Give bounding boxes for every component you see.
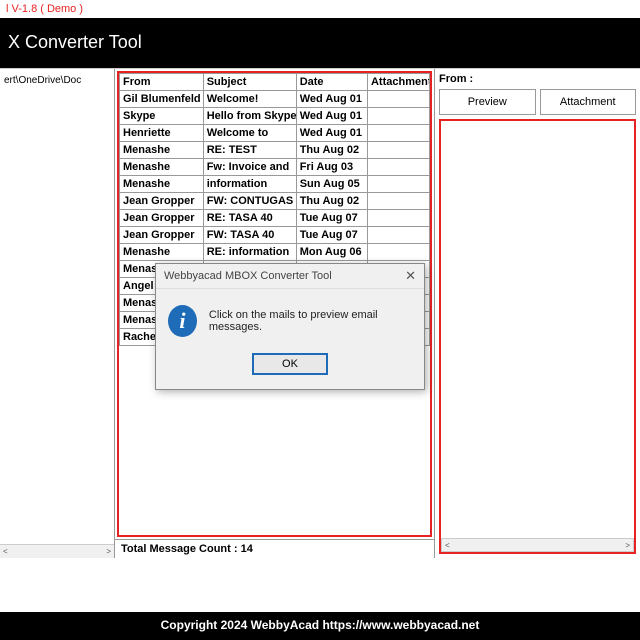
cell-from: Skype	[120, 108, 204, 125]
cell-from: Jean Gropper	[120, 227, 204, 244]
folder-tree[interactable]: ert\OneDrive\Doc <>	[0, 69, 115, 558]
preview-tabs: Preview Attachment	[439, 89, 636, 115]
dialog-message: Click on the mails to preview email mess…	[209, 309, 412, 333]
cell-subject: FW: TASA 40	[203, 227, 296, 244]
table-row[interactable]: MenasheRE: informationMon Aug 06	[120, 244, 430, 261]
cell-date: Tue Aug 07	[296, 210, 367, 227]
cell-from: Jean Gropper	[120, 193, 204, 210]
cell-date: Wed Aug 01	[296, 108, 367, 125]
table-row[interactable]: SkypeHello from SkypeWed Aug 01	[120, 108, 430, 125]
cell-date: Wed Aug 01	[296, 91, 367, 108]
cell-from: Henriette	[120, 125, 204, 142]
cell-date: Thu Aug 02	[296, 142, 367, 159]
col-from[interactable]: From	[120, 74, 204, 91]
preview-panel: From : Preview Attachment <>	[435, 69, 640, 558]
cell-subject: Hello from Skype	[203, 108, 296, 125]
cell-date: Tue Aug 07	[296, 227, 367, 244]
folder-scrollbar[interactable]: <>	[0, 544, 114, 558]
cell-subject: RE: information	[203, 244, 296, 261]
cell-att	[367, 244, 429, 261]
cell-att	[367, 125, 429, 142]
table-header-row: From Subject Date Attachment	[120, 74, 430, 91]
window-titlebar: l V-1.8 ( Demo )	[0, 0, 640, 18]
app-header: X Converter Tool	[0, 18, 640, 68]
table-row[interactable]: HenrietteWelcome toWed Aug 01	[120, 125, 430, 142]
col-attachment[interactable]: Attachment	[367, 74, 429, 91]
table-row[interactable]: MenasheinformationSun Aug 05	[120, 176, 430, 193]
cell-date: Fri Aug 03	[296, 159, 367, 176]
app-title: X Converter Tool	[8, 32, 142, 52]
cell-date: Thu Aug 02	[296, 193, 367, 210]
table-row[interactable]: Jean GropperFW: TASA 40Tue Aug 07	[120, 227, 430, 244]
cell-att	[367, 142, 429, 159]
cell-date: Sun Aug 05	[296, 176, 367, 193]
cell-subject: RE: TASA 40	[203, 210, 296, 227]
cell-subject: information	[203, 176, 296, 193]
tab-preview[interactable]: Preview	[439, 89, 536, 115]
cell-att	[367, 159, 429, 176]
info-dialog: Webbyacad MBOX Converter Tool ✕ i Click …	[155, 263, 425, 390]
total-count: Total Message Count : 14	[115, 539, 434, 558]
cell-subject: Fw: Invoice and	[203, 159, 296, 176]
table-row[interactable]: MenasheRE: TESTThu Aug 02	[120, 142, 430, 159]
dialog-title: Webbyacad MBOX Converter Tool	[164, 270, 332, 282]
preview-scrollbar[interactable]: <>	[441, 538, 634, 552]
cell-date: Wed Aug 01	[296, 125, 367, 142]
table-row[interactable]: Gil BlumenfeldWelcome!Wed Aug 01	[120, 91, 430, 108]
preview-content: <>	[439, 119, 636, 554]
cell-att	[367, 108, 429, 125]
cell-from: Menashe	[120, 176, 204, 193]
cell-att	[367, 227, 429, 244]
cell-subject: Welcome!	[203, 91, 296, 108]
info-icon: i	[168, 305, 197, 337]
folder-path[interactable]: ert\OneDrive\Doc	[0, 73, 114, 88]
table-row[interactable]: MenasheFw: Invoice andFri Aug 03	[120, 159, 430, 176]
ok-button[interactable]: OK	[252, 353, 328, 375]
cell-date: Mon Aug 06	[296, 244, 367, 261]
cell-att	[367, 210, 429, 227]
cell-att	[367, 193, 429, 210]
cell-from: Menashe	[120, 159, 204, 176]
cell-subject: RE: TEST	[203, 142, 296, 159]
cell-subject: Welcome to	[203, 125, 296, 142]
dialog-titlebar: Webbyacad MBOX Converter Tool ✕	[156, 264, 424, 289]
cell-att	[367, 91, 429, 108]
footer: Copyright 2024 WebbyAcad https://www.web…	[0, 612, 640, 640]
cell-from: Menashe	[120, 142, 204, 159]
close-icon[interactable]: ✕	[405, 268, 416, 284]
col-date[interactable]: Date	[296, 74, 367, 91]
cell-from: Jean Gropper	[120, 210, 204, 227]
tab-attachment[interactable]: Attachment	[540, 89, 637, 115]
cell-att	[367, 176, 429, 193]
table-row[interactable]: Jean GropperRE: TASA 40Tue Aug 07	[120, 210, 430, 227]
from-label: From :	[439, 73, 636, 85]
col-subject[interactable]: Subject	[203, 74, 296, 91]
cell-from: Menashe	[120, 244, 204, 261]
table-row[interactable]: Jean GropperFW: CONTUGASThu Aug 02	[120, 193, 430, 210]
cell-from: Gil Blumenfeld	[120, 91, 204, 108]
cell-subject: FW: CONTUGAS	[203, 193, 296, 210]
